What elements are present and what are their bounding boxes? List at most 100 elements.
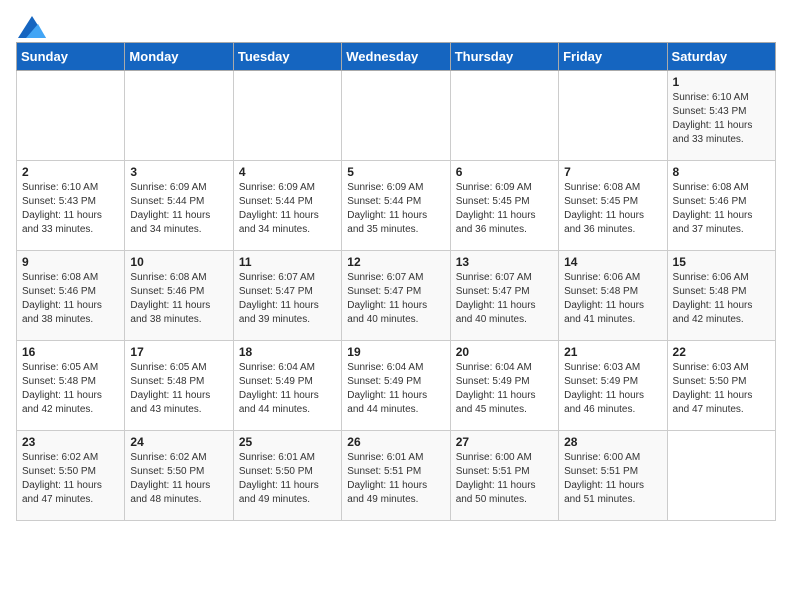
calendar-cell: 13 Sunrise: 6:07 AM Sunset: 5:47 PM Dayli… — [450, 251, 558, 341]
day-info: Sunrise: 6:04 AM Sunset: 5:49 PM Dayligh… — [347, 361, 444, 417]
day-number: 7 — [564, 165, 661, 179]
day-info: Sunrise: 6:08 AM Sunset: 5:46 PM Dayligh… — [130, 271, 227, 327]
weekday-header-row: SundayMondayTuesdayWednesdayThursdayFrid… — [17, 43, 776, 71]
calendar-cell: 8 Sunrise: 6:08 AM Sunset: 5:46 PM Daylig… — [667, 161, 775, 251]
day-info: Sunrise: 6:08 AM Sunset: 5:46 PM Dayligh… — [673, 181, 770, 237]
day-info: Sunrise: 6:00 AM Sunset: 5:51 PM Dayligh… — [564, 451, 661, 507]
day-number: 18 — [239, 345, 336, 359]
calendar-cell: 23 Sunrise: 6:02 AM Sunset: 5:50 PM Dayli… — [17, 431, 125, 521]
day-number: 13 — [456, 255, 553, 269]
day-number: 15 — [673, 255, 770, 269]
day-number: 4 — [239, 165, 336, 179]
calendar-cell — [233, 71, 341, 161]
day-info: Sunrise: 6:00 AM Sunset: 5:51 PM Dayligh… — [456, 451, 553, 507]
day-info: Sunrise: 6:07 AM Sunset: 5:47 PM Dayligh… — [456, 271, 553, 327]
day-info: Sunrise: 6:01 AM Sunset: 5:51 PM Dayligh… — [347, 451, 444, 507]
day-number: 28 — [564, 435, 661, 449]
calendar-cell: 17 Sunrise: 6:05 AM Sunset: 5:48 PM Dayli… — [125, 341, 233, 431]
calendar-cell: 1 Sunrise: 6:10 AM Sunset: 5:43 PM Daylig… — [667, 71, 775, 161]
calendar-cell: 10 Sunrise: 6:08 AM Sunset: 5:46 PM Dayli… — [125, 251, 233, 341]
calendar-cell: 19 Sunrise: 6:04 AM Sunset: 5:49 PM Dayli… — [342, 341, 450, 431]
calendar-cell: 28 Sunrise: 6:00 AM Sunset: 5:51 PM Dayli… — [559, 431, 667, 521]
day-info: Sunrise: 6:09 AM Sunset: 5:45 PM Dayligh… — [456, 181, 553, 237]
calendar-cell: 11Sunrise: 6:07 AM Sunset: 5:47 PM Dayli… — [233, 251, 341, 341]
day-number: 14 — [564, 255, 661, 269]
day-number: 25 — [239, 435, 336, 449]
weekday-header-friday: Friday — [559, 43, 667, 71]
day-number: 2 — [22, 165, 119, 179]
weekday-header-saturday: Saturday — [667, 43, 775, 71]
day-number: 1 — [673, 75, 770, 89]
day-info: Sunrise: 6:08 AM Sunset: 5:46 PM Dayligh… — [22, 271, 119, 327]
day-number: 10 — [130, 255, 227, 269]
day-number: 21 — [564, 345, 661, 359]
weekday-header-thursday: Thursday — [450, 43, 558, 71]
calendar-cell: 7 Sunrise: 6:08 AM Sunset: 5:45 PM Daylig… — [559, 161, 667, 251]
calendar-cell — [17, 71, 125, 161]
calendar-cell: 21 Sunrise: 6:03 AM Sunset: 5:49 PM Dayli… — [559, 341, 667, 431]
day-info: Sunrise: 6:04 AM Sunset: 5:49 PM Dayligh… — [456, 361, 553, 417]
calendar-cell: 9 Sunrise: 6:08 AM Sunset: 5:46 PM Daylig… — [17, 251, 125, 341]
logo — [16, 16, 46, 32]
day-info: Sunrise: 6:09 AM Sunset: 5:44 PM Dayligh… — [130, 181, 227, 237]
calendar-cell: 2 Sunrise: 6:10 AM Sunset: 5:43 PM Daylig… — [17, 161, 125, 251]
calendar-cell: 6 Sunrise: 6:09 AM Sunset: 5:45 PM Daylig… — [450, 161, 558, 251]
calendar-cell: 24Sunrise: 6:02 AM Sunset: 5:50 PM Dayli… — [125, 431, 233, 521]
calendar-cell: 27 Sunrise: 6:00 AM Sunset: 5:51 PM Dayli… — [450, 431, 558, 521]
day-info: Sunrise: 6:06 AM Sunset: 5:48 PM Dayligh… — [673, 271, 770, 327]
day-number: 27 — [456, 435, 553, 449]
day-info: Sunrise: 6:03 AM Sunset: 5:49 PM Dayligh… — [564, 361, 661, 417]
calendar-week-5: 23 Sunrise: 6:02 AM Sunset: 5:50 PM Dayli… — [17, 431, 776, 521]
logo-icon — [18, 16, 46, 38]
day-info: Sunrise: 6:05 AM Sunset: 5:48 PM Dayligh… — [22, 361, 119, 417]
calendar-cell: 3Sunrise: 6:09 AM Sunset: 5:44 PM Daylig… — [125, 161, 233, 251]
calendar-cell: 5 Sunrise: 6:09 AM Sunset: 5:44 PM Daylig… — [342, 161, 450, 251]
day-number: 20 — [456, 345, 553, 359]
day-info: Sunrise: 6:03 AM Sunset: 5:50 PM Dayligh… — [673, 361, 770, 417]
weekday-header-wednesday: Wednesday — [342, 43, 450, 71]
day-info: Sunrise: 6:09 AM Sunset: 5:44 PM Dayligh… — [347, 181, 444, 237]
day-info: Sunrise: 6:07 AM Sunset: 5:47 PM Dayligh… — [347, 271, 444, 327]
weekday-header-sunday: Sunday — [17, 43, 125, 71]
day-number: 22 — [673, 345, 770, 359]
calendar-cell: 26 Sunrise: 6:01 AM Sunset: 5:51 PM Dayli… — [342, 431, 450, 521]
day-number: 19 — [347, 345, 444, 359]
day-number: 8 — [673, 165, 770, 179]
weekday-header-tuesday: Tuesday — [233, 43, 341, 71]
calendar-week-1: 1 Sunrise: 6:10 AM Sunset: 5:43 PM Daylig… — [17, 71, 776, 161]
day-number: 17 — [130, 345, 227, 359]
day-info: Sunrise: 6:04 AM Sunset: 5:49 PM Dayligh… — [239, 361, 336, 417]
day-info: Sunrise: 6:05 AM Sunset: 5:48 PM Dayligh… — [130, 361, 227, 417]
day-info: Sunrise: 6:10 AM Sunset: 5:43 PM Dayligh… — [673, 91, 770, 147]
day-info: Sunrise: 6:10 AM Sunset: 5:43 PM Dayligh… — [22, 181, 119, 237]
day-number: 12 — [347, 255, 444, 269]
calendar-cell: 16 Sunrise: 6:05 AM Sunset: 5:48 PM Dayli… — [17, 341, 125, 431]
calendar-cell: 22 Sunrise: 6:03 AM Sunset: 5:50 PM Dayli… — [667, 341, 775, 431]
calendar-cell: 12 Sunrise: 6:07 AM Sunset: 5:47 PM Dayli… — [342, 251, 450, 341]
calendar-week-3: 9 Sunrise: 6:08 AM Sunset: 5:46 PM Daylig… — [17, 251, 776, 341]
calendar-cell — [125, 71, 233, 161]
day-number: 23 — [22, 435, 119, 449]
calendar-week-2: 2 Sunrise: 6:10 AM Sunset: 5:43 PM Daylig… — [17, 161, 776, 251]
calendar-cell: 25 Sunrise: 6:01 AM Sunset: 5:50 PM Dayli… — [233, 431, 341, 521]
day-info: Sunrise: 6:09 AM Sunset: 5:44 PM Dayligh… — [239, 181, 336, 237]
calendar-cell: 20 Sunrise: 6:04 AM Sunset: 5:49 PM Dayli… — [450, 341, 558, 431]
day-number: 5 — [347, 165, 444, 179]
calendar-cell — [667, 431, 775, 521]
day-number: 6 — [456, 165, 553, 179]
day-number: 16 — [22, 345, 119, 359]
day-number: 26 — [347, 435, 444, 449]
day-info: Sunrise: 6:06 AM Sunset: 5:48 PM Dayligh… — [564, 271, 661, 327]
calendar-week-4: 16 Sunrise: 6:05 AM Sunset: 5:48 PM Dayli… — [17, 341, 776, 431]
day-info: Sunrise: 6:01 AM Sunset: 5:50 PM Dayligh… — [239, 451, 336, 507]
calendar-cell — [450, 71, 558, 161]
weekday-header-monday: Monday — [125, 43, 233, 71]
calendar-cell: 18 Sunrise: 6:04 AM Sunset: 5:49 PM Dayli… — [233, 341, 341, 431]
calendar-cell: 14 Sunrise: 6:06 AM Sunset: 5:48 PM Dayli… — [559, 251, 667, 341]
day-info: Sunrise: 6:02 AM Sunset: 5:50 PM Dayligh… — [22, 451, 119, 507]
day-number: 9 — [22, 255, 119, 269]
calendar-cell — [559, 71, 667, 161]
page-header — [16, 16, 776, 32]
day-info: Sunrise: 6:08 AM Sunset: 5:45 PM Dayligh… — [564, 181, 661, 237]
calendar-cell: 4 Sunrise: 6:09 AM Sunset: 5:44 PM Daylig… — [233, 161, 341, 251]
